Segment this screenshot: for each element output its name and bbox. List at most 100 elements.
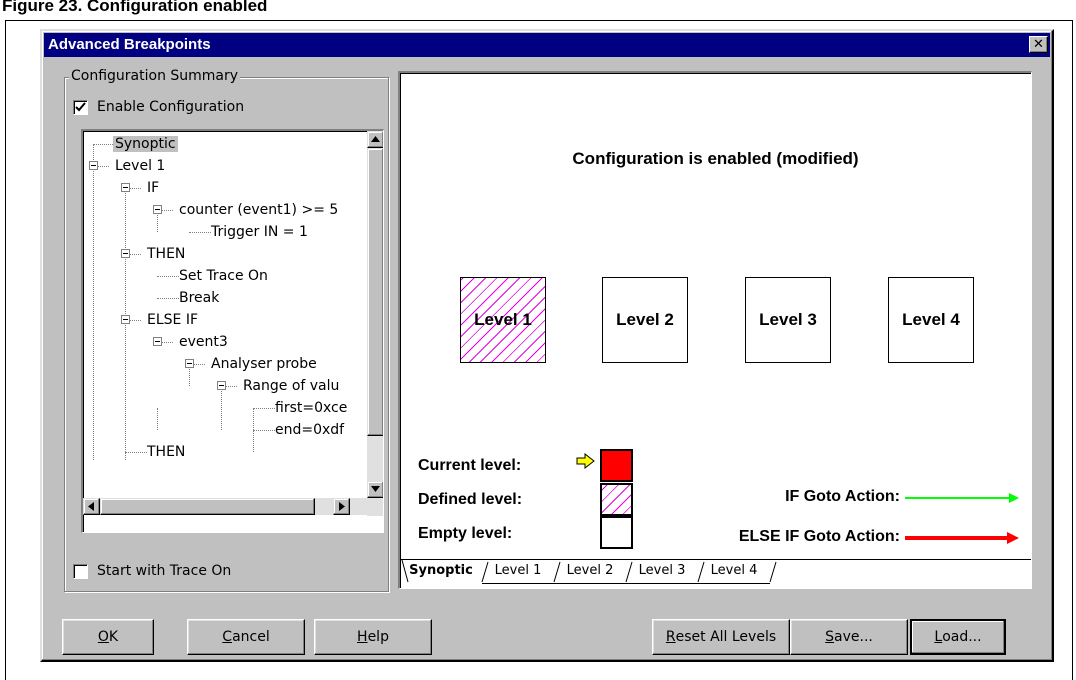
tree-item[interactable]: Synoptic: [113, 133, 178, 155]
tree-connector: [189, 232, 211, 233]
tree-vertical-scrollbar[interactable]: [367, 131, 383, 516]
configuration-tree[interactable]: Synoptic Level 1 IF counter (event1) >= 5 Tr…: [81, 129, 384, 533]
save-button[interactable]: Save...: [790, 619, 908, 655]
tree-item[interactable]: Analyser probe: [209, 353, 319, 375]
tree-guide-line: [221, 386, 222, 430]
tree-connector: [253, 430, 275, 431]
tree-item[interactable]: THEN: [145, 243, 187, 265]
tree-connector: [125, 452, 147, 453]
collapse-icon[interactable]: [121, 249, 130, 258]
start-with-trace-on-box[interactable]: [73, 563, 88, 579]
tree-item[interactable]: ELSE IF: [145, 309, 200, 331]
arrow-down-icon: [371, 486, 380, 492]
legend-defined-label: Defined level:: [418, 491, 523, 508]
collapse-icon[interactable]: [153, 205, 162, 214]
tree-item[interactable]: Set Trace On: [177, 265, 270, 287]
tree-item-label: Range of valu: [243, 378, 340, 394]
enable-configuration-label: Enable Configuration: [97, 99, 245, 115]
tree-item[interactable]: end=0xdf: [273, 419, 346, 441]
tree-item[interactable]: counter (event1) >= 5: [177, 199, 340, 221]
tree-guide-line: [93, 144, 94, 460]
load-button[interactable]: Load...: [910, 619, 1006, 655]
tree-item-label: THEN: [147, 444, 186, 460]
cancel-button[interactable]: Cancel: [187, 619, 305, 655]
close-icon: ✕: [1033, 37, 1044, 52]
else-if-goto-arrow-icon: [905, 532, 1019, 544]
close-button[interactable]: ✕: [1029, 36, 1048, 53]
tree-item[interactable]: first=0xce: [273, 397, 349, 419]
tree-item-label: IF: [147, 180, 160, 196]
level-3-label: Level 3: [759, 310, 817, 329]
tree-item-label: Analyser probe: [211, 356, 317, 372]
legend-current-label: Current level:: [418, 457, 522, 474]
save-label: ave...: [834, 629, 873, 645]
scroll-down-button[interactable]: [367, 481, 383, 498]
ok-mnemonic: O: [97, 629, 109, 645]
configuration-summary-label: Configuration Summary: [69, 68, 241, 84]
arrow-up-icon: [371, 136, 380, 142]
collapse-icon[interactable]: [121, 315, 130, 324]
scroll-left-button[interactable]: [83, 498, 100, 515]
level-3-box[interactable]: Level 3: [745, 277, 831, 363]
help-mnemonic: H: [357, 629, 368, 645]
vertical-scroll-thumb[interactable]: [367, 148, 383, 436]
tree-item-label: Trigger IN = 1: [211, 224, 308, 240]
tree-item[interactable]: Range of valu: [241, 375, 341, 397]
load-mnemonic: L: [934, 629, 943, 645]
cancel-label: ancel: [232, 629, 270, 645]
ok-label: K: [108, 629, 119, 645]
save-mnemonic: S: [825, 629, 835, 645]
tree-item[interactable]: Level 1: [113, 155, 167, 177]
legend-empty-label: Empty level:: [418, 525, 513, 542]
tab-strip: Synoptic Level 1 Level 2 Level 3 Level 4: [400, 559, 1031, 589]
reset-all-levels-button[interactable]: Reset All Levels: [652, 619, 790, 655]
tree-horizontal-scrollbar[interactable]: [83, 498, 367, 515]
horizontal-scroll-thumb[interactable]: [100, 498, 315, 515]
collapse-icon[interactable]: [121, 183, 130, 192]
legend-empty-swatch: [600, 516, 633, 549]
collapse-icon[interactable]: [185, 359, 194, 368]
tree-connector: [253, 408, 275, 409]
level-2-box[interactable]: Level 2: [602, 277, 688, 363]
collapse-icon[interactable]: [89, 161, 98, 170]
tree-guide-line: [157, 408, 158, 430]
ok-button[interactable]: OK: [62, 619, 154, 655]
title-bar[interactable]: Advanced Breakpoints ✕: [44, 33, 1050, 57]
tree-item[interactable]: Break: [177, 287, 221, 309]
level-1-box[interactable]: Level 1: [460, 277, 546, 363]
tree-item[interactable]: event3: [177, 331, 230, 353]
dialog-title: Advanced Breakpoints: [48, 36, 211, 53]
help-button[interactable]: Help: [314, 619, 432, 655]
enable-configuration-box[interactable]: [73, 99, 88, 115]
tab-separators: [401, 560, 777, 583]
load-label: oad...: [942, 629, 982, 645]
tree-item[interactable]: THEN: [145, 441, 187, 463]
start-with-trace-on-checkbox[interactable]: Start with Trace On: [73, 563, 231, 579]
tree-item-label: THEN: [147, 246, 186, 262]
scroll-up-button[interactable]: [367, 131, 383, 148]
tree-item-label: Break: [179, 290, 220, 306]
help-label: elp: [367, 629, 389, 645]
tree-item[interactable]: Trigger IN = 1: [209, 221, 310, 243]
configuration-status-text: Configuration is enabled (modified): [572, 149, 859, 168]
synoptic-panel: Configuration is enabled (modified) Leve…: [398, 71, 1032, 589]
arrow-right-icon: [339, 502, 345, 511]
legend-defined-swatch: [600, 483, 633, 516]
tree-item-label: ELSE IF: [147, 312, 199, 328]
level-4-box[interactable]: Level 4: [888, 277, 974, 363]
legend-current-swatch: [600, 449, 633, 482]
configuration-summary-group: Configuration Summary Enable Configurati…: [64, 68, 389, 592]
tree-item-label: Level 1: [115, 158, 166, 174]
collapse-icon[interactable]: [217, 381, 226, 390]
tree-connector: [93, 144, 115, 145]
tree-item-label: Synoptic: [113, 136, 178, 152]
level-4-label: Level 4: [902, 310, 960, 329]
enable-configuration-checkbox[interactable]: Enable Configuration: [73, 99, 244, 115]
tree-item-label: event3: [179, 334, 228, 350]
collapse-icon[interactable]: [153, 337, 162, 346]
tree-guide-line: [125, 188, 126, 460]
checkmark-icon: [75, 101, 86, 111]
tree-item-label: first=0xce: [275, 400, 348, 416]
scroll-right-button[interactable]: [333, 498, 350, 515]
tree-item[interactable]: IF: [145, 177, 161, 199]
